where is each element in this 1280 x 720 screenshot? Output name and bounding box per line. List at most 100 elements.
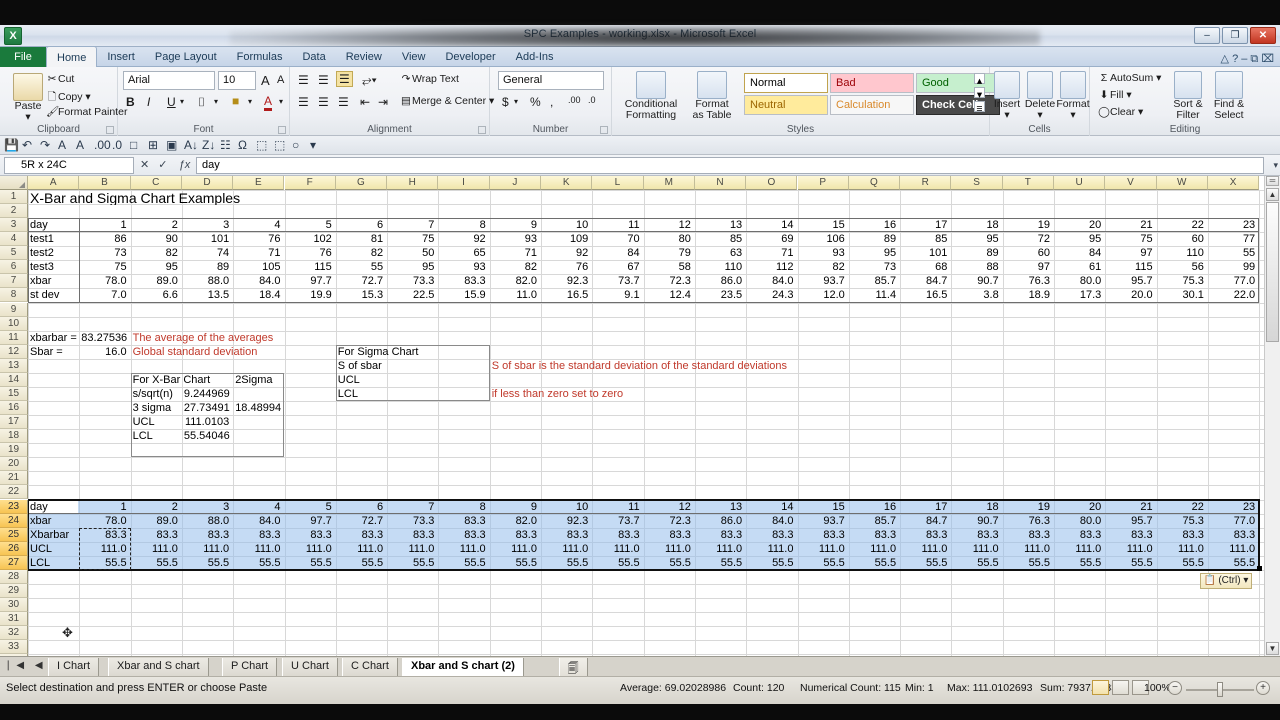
- zoom-out-button[interactable]: −: [1168, 681, 1182, 695]
- vertical-scrollbar[interactable]: ═ ▲ ▼: [1264, 176, 1280, 656]
- styles-more[interactable]: ≡: [974, 101, 985, 115]
- row-header-33[interactable]: 33: [0, 640, 28, 655]
- zoom-level[interactable]: 100%: [1144, 682, 1171, 694]
- cell[interactable]: 109: [541, 233, 590, 247]
- scroll-down-button[interactable]: ▼: [1266, 642, 1279, 655]
- column-header-J[interactable]: J: [489, 176, 541, 190]
- autosum-button[interactable]: Σ AutoSum ▾: [1098, 72, 1162, 84]
- cell[interactable]: 89: [951, 247, 1000, 261]
- cell[interactable]: 75: [387, 233, 436, 247]
- column-header-X[interactable]: X: [1207, 176, 1260, 190]
- first-sheet-button[interactable]: ❘◀: [4, 660, 28, 671]
- font-size-input[interactable]: 10: [218, 71, 256, 90]
- tab-page-layout[interactable]: Page Layout: [145, 47, 227, 67]
- qat-item-4[interactable]: A: [76, 138, 84, 152]
- format-as-table-button[interactable]: Format as Table: [686, 69, 738, 121]
- cell[interactable]: s/sqrt(n): [131, 388, 180, 402]
- cut-button[interactable]: ✂ Cut: [46, 73, 75, 85]
- row-header-25[interactable]: 25: [0, 527, 28, 542]
- ribbon-help-icons[interactable]: △ ? – ⧉ ⌧: [1221, 52, 1274, 66]
- row-header-10[interactable]: 10: [0, 316, 28, 331]
- cell[interactable]: 102: [285, 233, 334, 247]
- column-header-V[interactable]: V: [1105, 176, 1157, 190]
- font-dialog-launcher[interactable]: [278, 126, 286, 134]
- align-left-button[interactable]: ☰: [298, 95, 309, 109]
- cell[interactable]: if less than zero set to zero: [490, 388, 745, 402]
- sheet-tab-3[interactable]: U Chart: [282, 658, 338, 676]
- cell[interactable]: 95: [131, 261, 180, 275]
- cancel-formula-icon[interactable]: ✕: [140, 159, 149, 171]
- sheet-tab-4[interactable]: C Chart: [342, 658, 398, 676]
- cell[interactable]: 88: [951, 261, 1000, 275]
- prev-sheet-button[interactable]: ◀: [35, 660, 47, 671]
- row-header-29[interactable]: 29: [0, 583, 28, 598]
- cell[interactable]: 68: [900, 261, 949, 275]
- currency-button[interactable]: $: [502, 95, 509, 109]
- style-calculation[interactable]: Calculation: [830, 95, 914, 115]
- cell[interactable]: 76.3: [1003, 275, 1052, 289]
- style-check-cell[interactable]: Check Cell: [916, 95, 1000, 115]
- minimize-button[interactable]: –: [1194, 27, 1220, 44]
- column-header-W[interactable]: W: [1156, 176, 1208, 190]
- row-header-1[interactable]: 1: [0, 190, 28, 204]
- zoom-slider-thumb[interactable]: [1217, 682, 1223, 697]
- cell[interactable]: 71: [490, 247, 539, 261]
- cell[interactable]: 88.0: [182, 275, 231, 289]
- cell[interactable]: test1: [28, 233, 77, 247]
- qat-item-11[interactable]: Z↓: [202, 138, 215, 152]
- underline-button[interactable]: U: [167, 95, 176, 109]
- column-header-G[interactable]: G: [335, 176, 388, 190]
- cell[interactable]: 89.0: [131, 275, 180, 289]
- insert-function-icon[interactable]: ƒx: [179, 159, 191, 171]
- cell[interactable]: 3.8: [951, 289, 1000, 303]
- cell[interactable]: 76: [541, 261, 590, 275]
- column-header-L[interactable]: L: [592, 176, 644, 190]
- column-header-R[interactable]: R: [900, 176, 952, 190]
- cell[interactable]: 75: [79, 261, 128, 275]
- qat-item-3[interactable]: A: [58, 138, 66, 152]
- cell[interactable]: 89: [849, 233, 898, 247]
- column-header-E[interactable]: E: [233, 176, 285, 190]
- cell[interactable]: 78.0: [79, 275, 128, 289]
- cell[interactable]: 89: [182, 261, 231, 275]
- cell[interactable]: 93.7: [798, 275, 847, 289]
- row-header-22[interactable]: 22: [0, 485, 28, 500]
- cell[interactable]: test3: [28, 261, 77, 275]
- sheet-tab-2[interactable]: P Chart: [222, 658, 278, 676]
- row-header-24[interactable]: 24: [0, 513, 28, 528]
- row-header-8[interactable]: 8: [0, 288, 28, 303]
- percent-button[interactable]: %: [530, 95, 541, 109]
- column-header-P[interactable]: P: [797, 176, 849, 190]
- cell[interactable]: 92.3: [541, 275, 590, 289]
- row-header-11[interactable]: 11: [0, 330, 28, 345]
- sheet-tab-0[interactable]: I Chart: [48, 658, 100, 676]
- cell[interactable]: 110: [695, 261, 744, 275]
- cell[interactable]: S of sbar: [336, 360, 437, 374]
- qat-item-14[interactable]: ⬚: [256, 138, 267, 152]
- cell[interactable]: 11.0: [490, 289, 539, 303]
- qat-item-16[interactable]: ○: [292, 138, 299, 152]
- qat-item-1[interactable]: ↶: [22, 138, 32, 152]
- paste-options-button[interactable]: 📋 (Ctrl) ▾: [1199, 572, 1253, 589]
- cell[interactable]: test2: [28, 247, 77, 261]
- fill-color-dropdown[interactable]: ▾: [248, 97, 252, 106]
- cell[interactable]: 75.3: [1157, 275, 1206, 289]
- sheet-tab-5[interactable]: Xbar and S chart (2): [402, 658, 524, 676]
- cell[interactable]: 18.4: [233, 289, 282, 303]
- vertical-scroll-thumb[interactable]: [1266, 202, 1279, 342]
- column-header-H[interactable]: H: [387, 176, 439, 190]
- format-painter-button[interactable]: 🖌Format Painter: [46, 105, 127, 118]
- cell[interactable]: X-Bar and Sigma Chart Examples: [28, 191, 334, 205]
- column-header-D[interactable]: D: [181, 176, 234, 190]
- row-header-28[interactable]: 28: [0, 569, 28, 584]
- cell[interactable]: 18.9: [1003, 289, 1052, 303]
- qat-item-5[interactable]: .00: [94, 138, 111, 152]
- cell[interactable]: 58: [644, 261, 693, 275]
- cell[interactable]: UCL: [336, 374, 437, 388]
- normal-view-button[interactable]: [1092, 680, 1109, 695]
- decrease-font-size-button[interactable]: A: [277, 74, 284, 86]
- cell[interactable]: 77: [1208, 233, 1257, 247]
- cell[interactable]: 93: [438, 261, 487, 275]
- row-header-19[interactable]: 19: [0, 443, 28, 458]
- qat-item-9[interactable]: ▣: [166, 138, 177, 152]
